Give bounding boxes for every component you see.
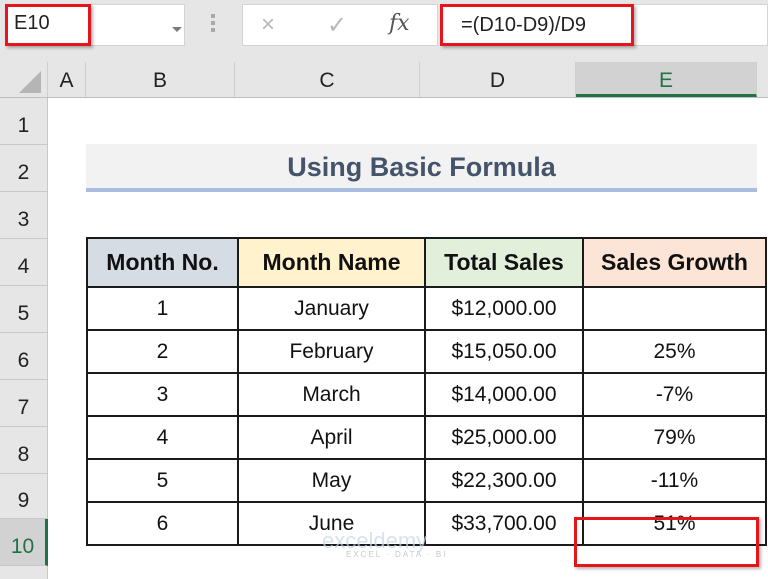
column-header-c[interactable]: C	[235, 62, 420, 97]
column-header-a[interactable]: A	[48, 62, 86, 97]
cell-sales-growth[interactable]	[582, 286, 767, 331]
cell-month-no[interactable]: 2	[86, 329, 239, 374]
header-divider	[0, 97, 768, 98]
row-header-2[interactable]: 2	[0, 145, 48, 192]
selected-cell-highlight	[574, 517, 759, 567]
cell-month-name[interactable]: April	[237, 415, 426, 460]
table-row: 3 March $14,000.00 -7%	[86, 372, 767, 417]
cell-month-name[interactable]: March	[237, 372, 426, 417]
cell-month-no[interactable]: 4	[86, 415, 239, 460]
cell-month-no[interactable]: 3	[86, 372, 239, 417]
row-header-8[interactable]: 8	[0, 427, 48, 474]
sales-table: Month No. Month Name Total Sales Sales G…	[86, 237, 767, 546]
formula-bar: E10 × ✓ fx =(D10-D9)/D9	[0, 0, 768, 62]
column-header-e[interactable]: E	[576, 62, 757, 97]
header-month-no[interactable]: Month No.	[86, 237, 239, 288]
cell-month-no[interactable]: 6	[86, 501, 239, 546]
row-header-6[interactable]: 6	[0, 333, 48, 380]
cell-month-no[interactable]: 1	[86, 286, 239, 331]
cell-total-sales[interactable]: $22,300.00	[424, 458, 584, 503]
cell-sales-growth[interactable]: -7%	[582, 372, 767, 417]
table-header-row: Month No. Month Name Total Sales Sales G…	[86, 237, 767, 288]
column-header-b[interactable]: B	[86, 62, 235, 97]
cell-month-no[interactable]: 5	[86, 458, 239, 503]
select-all-button[interactable]	[0, 62, 48, 97]
watermark: exceldemy EXCEL · DATA · BI	[322, 528, 447, 559]
row-header-3[interactable]: 3	[0, 192, 48, 239]
row-header-4[interactable]: 4	[0, 239, 48, 286]
cell-month-name[interactable]: February	[237, 329, 426, 374]
cell-total-sales[interactable]: $25,000.00	[424, 415, 584, 460]
cell-total-sales[interactable]: $14,000.00	[424, 372, 584, 417]
table-row: 4 April $25,000.00 79%	[86, 415, 767, 460]
insert-function-icon[interactable]: fx	[389, 11, 410, 36]
cell-sales-growth[interactable]: 25%	[582, 329, 767, 374]
cell-sales-growth[interactable]: 79%	[582, 415, 767, 460]
cell-total-sales[interactable]: $12,000.00	[424, 286, 584, 331]
row-header-9[interactable]: 9	[0, 474, 48, 519]
row-header-7[interactable]: 7	[0, 380, 48, 427]
table-row: 1 January $12,000.00	[86, 286, 767, 331]
row-header-1[interactable]: 1	[0, 98, 48, 145]
cell-sales-growth[interactable]: -11%	[582, 458, 767, 503]
formula-buttons: × ✓ fx	[242, 4, 438, 46]
column-header-f[interactable]	[757, 62, 768, 97]
cell-total-sales[interactable]: $33,700.00	[424, 501, 584, 546]
cancel-icon[interactable]: ×	[261, 11, 275, 39]
watermark-tagline: EXCEL · DATA · BI	[346, 550, 448, 559]
name-box-highlight	[5, 4, 91, 46]
table-row: 5 May $22,300.00 -11%	[86, 458, 767, 503]
table-row: 2 February $15,050.00 25%	[86, 329, 767, 374]
row-header-10[interactable]: 10	[0, 519, 48, 566]
formula-highlight	[440, 4, 634, 46]
header-month-name[interactable]: Month Name	[237, 237, 426, 288]
title-underline	[86, 188, 757, 192]
cell-month-name[interactable]: May	[237, 458, 426, 503]
cell-month-name[interactable]: January	[237, 286, 426, 331]
row-header-5[interactable]: 5	[0, 286, 48, 333]
sheet-title: Using Basic Formula	[86, 144, 757, 188]
row-header-11[interactable]	[0, 566, 48, 579]
header-total-sales[interactable]: Total Sales	[424, 237, 584, 288]
header-sales-growth[interactable]: Sales Growth	[582, 237, 767, 288]
select-all-icon	[19, 71, 41, 93]
enter-icon[interactable]: ✓	[327, 11, 347, 40]
resize-handle-icon[interactable]	[211, 14, 215, 34]
column-header-d[interactable]: D	[420, 62, 576, 97]
name-box-dropdown-icon[interactable]	[172, 27, 182, 32]
cell-total-sales[interactable]: $15,050.00	[424, 329, 584, 374]
